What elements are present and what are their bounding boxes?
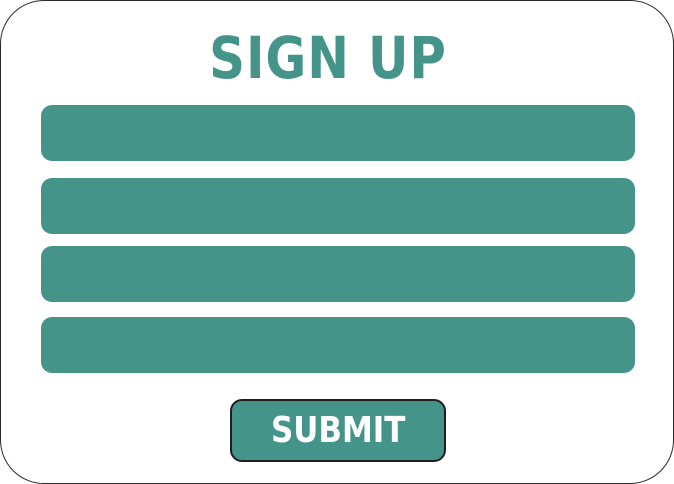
signup-card: SIGN UP SUBMIT — [0, 0, 674, 484]
signup-field-1[interactable] — [41, 105, 635, 161]
signup-field-2[interactable] — [41, 178, 635, 234]
signup-field-4[interactable] — [41, 317, 635, 373]
page-title: SIGN UP — [209, 24, 447, 92]
submit-button[interactable]: SUBMIT — [230, 399, 446, 462]
submit-button-label: SUBMIT — [270, 410, 406, 451]
signup-field-3[interactable] — [41, 246, 635, 302]
